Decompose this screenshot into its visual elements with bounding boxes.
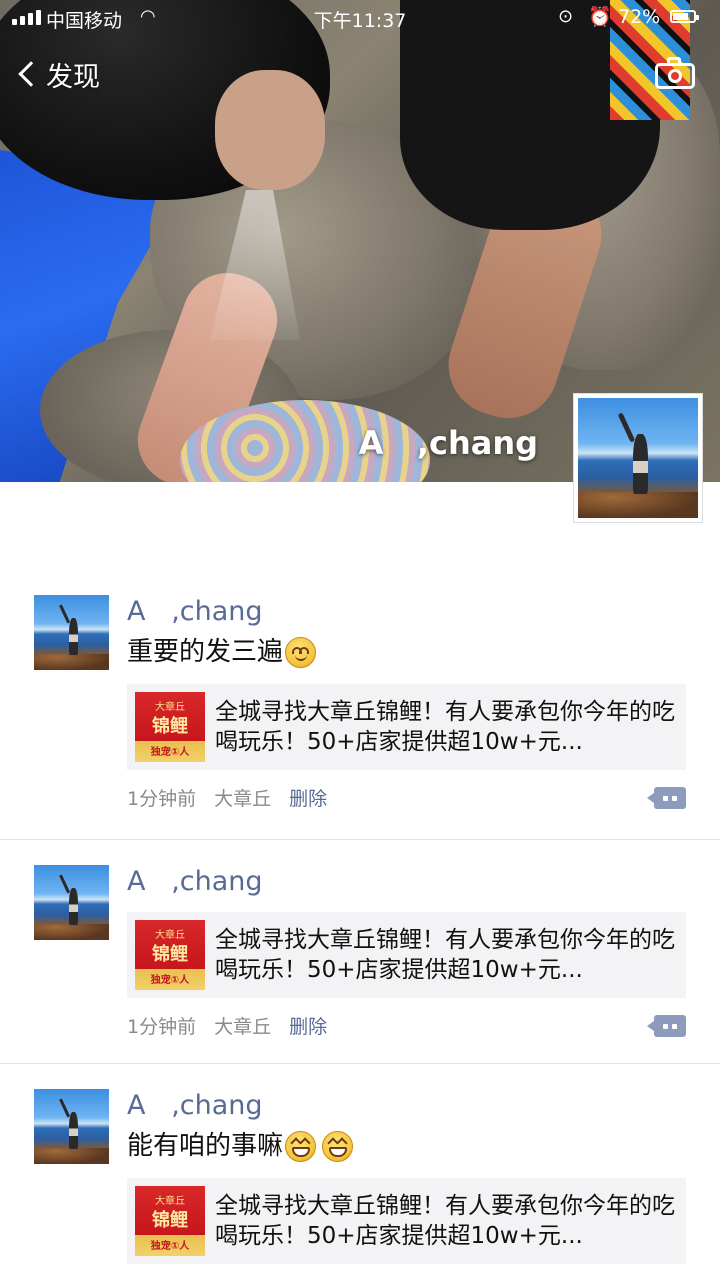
- post-text: 能有咱的事嘛: [127, 1126, 686, 1166]
- status-time: 下午11:37: [313, 10, 407, 32]
- post-author[interactable]: A ,chang: [127, 864, 263, 900]
- battery-icon: [670, 10, 699, 23]
- orientation-lock-icon: ⊙: [558, 6, 574, 27]
- battery-percent: 72%: [618, 6, 661, 28]
- delete-button[interactable]: 删除: [289, 784, 327, 811]
- link-title: 全城寻找大章丘锦鲤！有人要承包你今年的吃喝玩乐！50+店家提供超10w+元...: [215, 699, 675, 755]
- link-title: 全城寻找大章丘锦鲤！有人要承包你今年的吃喝玩乐！50+店家提供超10w+元...: [215, 927, 675, 983]
- comment-icon[interactable]: [647, 1015, 686, 1037]
- post-meta: 1分钟前 大章丘 删除: [127, 770, 686, 824]
- post-location[interactable]: 大章丘: [214, 1012, 271, 1039]
- moment-post: A ,chang 能有咱的事嘛 大章丘 锦鲤 独宠①人 全城寻找大章丘锦鲤！有人…: [0, 1064, 720, 1280]
- chevron-left-icon: [18, 61, 44, 87]
- post-avatar[interactable]: [34, 865, 109, 940]
- back-label: 发现: [46, 61, 100, 93]
- avatar-image: [578, 398, 698, 518]
- link-thumbnail: 大章丘 锦鲤 独宠①人: [135, 692, 205, 762]
- moment-post: A ,chang 大章丘 锦鲤 独宠①人 全城寻找大章丘锦鲤！有人要承包你今年的…: [0, 840, 720, 1064]
- post-text: 重要的发三遍: [127, 632, 686, 672]
- grin-emoji-icon: [285, 1130, 317, 1162]
- link-thumbnail: 大章丘 锦鲤 独宠①人: [135, 1186, 205, 1256]
- delete-button[interactable]: 删除: [289, 1012, 327, 1039]
- post-author[interactable]: A ,chang: [127, 594, 263, 630]
- shared-link-card[interactable]: 大章丘 锦鲤 独宠①人 全城寻找大章丘锦鲤！有人要承包你今年的吃喝玩乐！50+店…: [127, 684, 686, 770]
- post-avatar[interactable]: [34, 1089, 109, 1164]
- smile-emoji-icon: [285, 636, 317, 668]
- shared-link-card[interactable]: 大章丘 锦鲤 独宠①人 全城寻找大章丘锦鲤！有人要承包你今年的吃喝玩乐！50+店…: [127, 1178, 686, 1264]
- cover-face: [215, 70, 325, 190]
- camera-button[interactable]: [655, 56, 695, 90]
- post-meta: 1分钟前 大章丘 删除: [127, 998, 686, 1052]
- post-time: 1分钟前: [127, 1015, 197, 1038]
- moment-post: A ,chang 重要的发三遍 大章丘 锦鲤 独宠①人 全城寻找大章丘锦鲤！有人…: [0, 570, 720, 840]
- alarm-icon: ⏰: [588, 6, 612, 28]
- link-thumbnail: 大章丘 锦鲤 独宠①人: [135, 920, 205, 990]
- shared-link-card[interactable]: 大章丘 锦鲤 独宠①人 全城寻找大章丘锦鲤！有人要承包你今年的吃喝玩乐！50+店…: [127, 912, 686, 998]
- post-avatar[interactable]: [34, 595, 109, 670]
- grin-emoji-icon: [322, 1130, 354, 1162]
- post-time: 1分钟前: [127, 787, 197, 810]
- status-bar: 中国移动 ◠ 下午11:37 ⊙ ⏰ 72%: [0, 0, 720, 36]
- post-author[interactable]: A ,chang: [127, 1088, 263, 1124]
- moments-feed: A ,chang 重要的发三遍 大章丘 锦鲤 独宠①人 全城寻找大章丘锦鲤！有人…: [0, 570, 720, 1280]
- link-title: 全城寻找大章丘锦鲤！有人要承包你今年的吃喝玩乐！50+店家提供超10w+元...: [215, 1193, 675, 1249]
- post-location[interactable]: 大章丘: [214, 784, 271, 811]
- profile-name: A ,chang: [358, 424, 538, 462]
- comment-icon[interactable]: [647, 787, 686, 809]
- back-button[interactable]: 发现: [14, 54, 100, 94]
- profile-avatar[interactable]: [573, 393, 703, 523]
